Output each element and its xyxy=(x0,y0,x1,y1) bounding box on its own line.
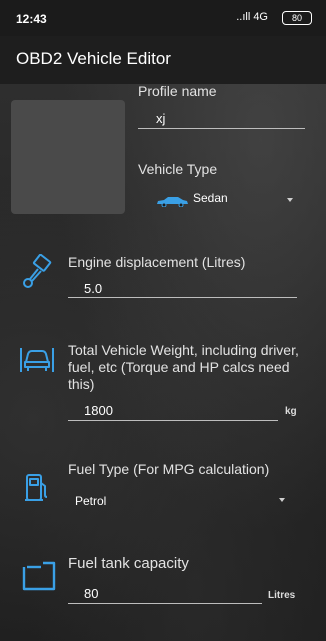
fuel-tank-label: Fuel tank capacity xyxy=(68,555,189,572)
profile-name-underline xyxy=(138,128,305,129)
vehicle-weight-input[interactable]: 1800 xyxy=(84,403,113,418)
car-icon xyxy=(155,194,189,208)
fuel-tank-icon xyxy=(21,561,57,593)
status-bar: 12:43 ..ıll 4G 80 xyxy=(0,0,326,36)
engine-displacement-label: Engine displacement (Litres) xyxy=(68,254,246,270)
profile-name-label: Profile name xyxy=(138,83,217,99)
vehicle-weight-label: Total Vehicle Weight, including driver, … xyxy=(68,342,299,392)
vehicle-weight-underline xyxy=(68,420,278,421)
signal-indicator: ..ıll 4G xyxy=(236,11,268,23)
vehicle-photo[interactable] xyxy=(11,100,125,214)
fuel-type-select[interactable]: Petrol xyxy=(75,494,106,508)
fuel-type-label: Fuel Type (For MPG calculation) xyxy=(68,461,270,477)
vehicle-weight-unit: kg xyxy=(285,406,297,417)
vehicle-type-select[interactable]: Sedan xyxy=(193,191,228,205)
fuel-tank-input[interactable]: 80 xyxy=(84,586,98,601)
fuel-pump-icon xyxy=(24,473,50,503)
app-bar: OBD2 Vehicle Editor xyxy=(0,36,326,84)
fuel-type-dropdown-arrow[interactable] xyxy=(279,498,285,502)
piston-icon xyxy=(20,253,54,290)
status-time: 12:43 xyxy=(16,12,47,26)
engine-displacement-input[interactable]: 5.0 xyxy=(84,281,102,296)
fuel-tank-underline xyxy=(68,603,262,604)
car-lift-icon xyxy=(19,344,55,374)
vehicle-type-label: Vehicle Type xyxy=(138,161,218,177)
engine-displacement-underline xyxy=(68,297,297,298)
profile-name-input[interactable]: xj xyxy=(156,111,165,126)
page-title: OBD2 Vehicle Editor xyxy=(16,49,171,68)
battery-indicator: 80 xyxy=(282,11,312,25)
fuel-tank-unit: Litres xyxy=(268,590,296,601)
vehicle-type-dropdown-arrow[interactable] xyxy=(287,198,293,202)
